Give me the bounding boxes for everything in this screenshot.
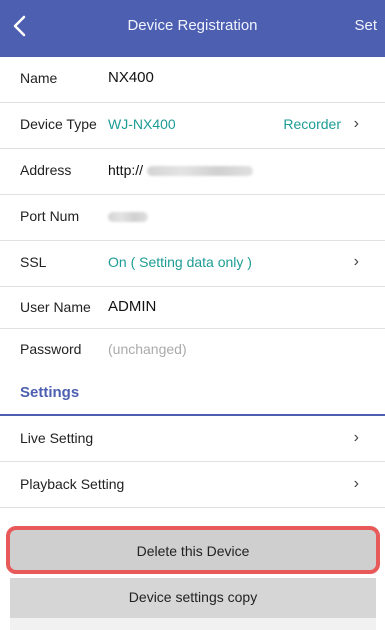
delete-device-label: Delete this Device [136,543,250,559]
password-field[interactable]: (unchanged) [108,341,187,357]
address-row[interactable]: Address http:// [0,149,385,195]
settings-section-header: Settings [0,370,385,416]
address-value[interactable]: http:// [108,162,253,178]
user-name-label: User Name [20,299,91,315]
chevron-right-icon: › [353,429,359,446]
delete-device-button[interactable]: Delete this Device [6,526,380,574]
ssl-label: SSL [20,254,47,270]
ssl-value: On ( Setting data only ) [108,254,252,270]
chevron-right-icon: › [353,253,359,270]
port-label: Port Num [20,208,80,224]
address-redacted [146,166,253,177]
device-type-label: Device Type [20,116,97,132]
ssl-row[interactable]: SSL On ( Setting data only ) › [0,241,385,287]
live-setting-label: Live Setting [20,430,94,446]
bottom-area [10,618,376,630]
device-settings-copy-label: Device settings copy [128,589,258,605]
device-kind: Recorder [283,116,341,132]
app-header: Device Registration Set [0,0,385,57]
port-redacted [108,212,148,223]
name-row[interactable]: Name NX400 [0,57,385,103]
password-label: Password [20,341,82,357]
port-value[interactable] [108,208,148,224]
chevron-right-icon: › [353,475,359,492]
address-prefix: http:// [108,162,144,178]
device-type-value: WJ-NX400 [108,116,176,132]
chevron-right-icon: › [353,115,359,132]
name-label: Name [20,70,58,86]
user-name-value[interactable]: ADMIN [108,298,156,315]
device-settings-copy-button[interactable]: Device settings copy [10,578,376,618]
name-value[interactable]: NX400 [108,69,154,86]
playback-setting-row[interactable]: Playback Setting › [0,462,385,508]
set-button[interactable]: Set [354,17,377,34]
settings-heading: Settings [20,384,80,401]
port-row[interactable]: Port Num [0,195,385,241]
password-row[interactable]: Password (unchanged) [0,329,385,370]
page-title: Device Registration [127,17,258,34]
device-type-row[interactable]: Device Type WJ-NX400 Recorder › [0,103,385,149]
user-name-row[interactable]: User Name ADMIN [0,287,385,329]
playback-setting-label: Playback Setting [20,476,125,492]
live-setting-row[interactable]: Live Setting › [0,416,385,462]
address-label: Address [20,162,72,178]
